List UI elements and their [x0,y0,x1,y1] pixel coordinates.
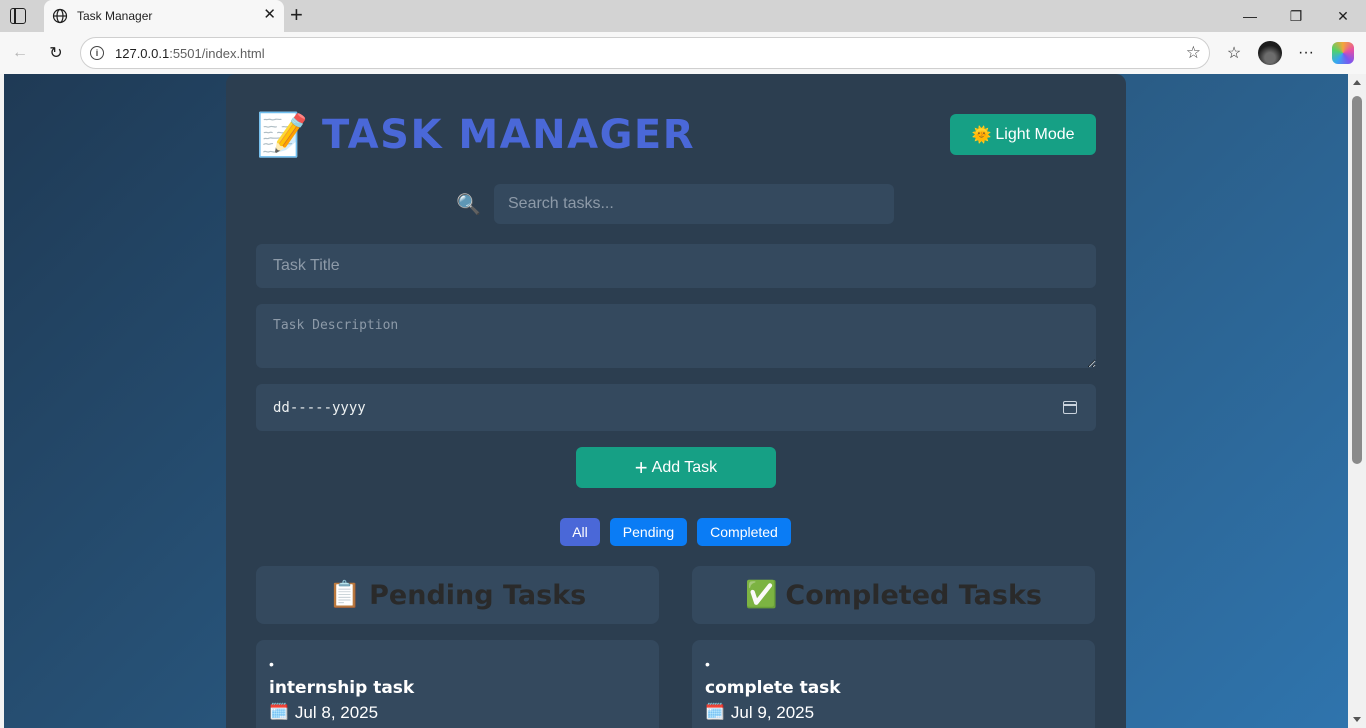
sun-icon: 🌞 [971,126,992,144]
minimize-button[interactable]: — [1240,6,1260,26]
add-task-button[interactable]: + Add Task [576,447,776,488]
restore-button[interactable]: ❐ [1286,6,1306,26]
site-info-icon[interactable]: i [90,46,104,60]
reload-icon[interactable]: ↻ [46,43,66,63]
scrollbar-thumb[interactable] [1352,96,1362,464]
task-bullet: • [705,656,710,672]
task-name: complete task [705,678,841,698]
task-description-input[interactable] [256,304,1096,368]
copilot-icon[interactable] [1332,42,1354,64]
task-manager-panel: 📝 TASK MANAGER 🌞 Light Mode 🔍 dd-----yyy… [226,74,1126,728]
task-name: internship task [269,678,415,698]
memo-icon: 📝 [256,111,309,158]
sidebar-toggle-icon[interactable] [10,8,26,24]
tab-close-icon[interactable]: ✕ [263,7,276,23]
clipboard-icon: 📋 [328,580,362,610]
add-task-label: Add Task [651,458,718,476]
filter-completed-button[interactable]: Completed [697,518,791,546]
bookmark-star-icon[interactable]: ☆ [1186,44,1201,62]
browser-tab[interactable]: Task Manager ✕ [44,0,284,32]
scroll-up-arrow-icon[interactable] [1353,80,1361,85]
browser-toolbar: ← ↻ i 127.0.0.1:5501/index.html ☆ ☆ ··· [0,32,1366,74]
filter-pending-button[interactable]: Pending [610,518,687,546]
pending-task-card[interactable]: • internship task 🗓️ Jul 8, 2025 [256,640,659,728]
back-icon[interactable]: ← [10,43,30,63]
page-viewport: 📝 TASK MANAGER 🌞 Light Mode 🔍 dd-----yyy… [4,74,1348,728]
url-path: :5501/index.html [169,46,265,61]
browser-tab-bar: Task Manager ✕ + — ❐ ✕ [0,0,1366,32]
check-mark-icon: ✅ [745,580,778,610]
light-mode-button[interactable]: 🌞 Light Mode [950,114,1096,155]
page-title: TASK MANAGER [322,112,696,158]
filter-all-button[interactable]: All [560,518,600,546]
globe-icon [52,8,68,24]
url-host: 127.0.0.1 [115,46,170,61]
completed-tasks-heading: ✅ Completed Tasks [692,566,1095,624]
favorites-icon[interactable]: ☆ [1224,43,1244,63]
tab-title: Task Manager [77,9,153,23]
task-date-input[interactable]: dd-----yyyy [256,384,1096,431]
task-bullet: • [269,656,274,672]
calendar-icon[interactable] [1063,401,1077,414]
search-row: 🔍 [456,184,896,224]
more-menu-icon[interactable]: ··· [1296,43,1316,63]
search-icon: 🔍 [456,194,481,216]
plus-icon: + [634,454,648,480]
scroll-down-arrow-icon[interactable] [1353,717,1361,722]
page-scrollbar[interactable] [1348,74,1366,728]
task-date: 🗓️ Jul 9, 2025 [705,700,1082,726]
task-date: 🗓️ Jul 8, 2025 [269,700,646,726]
task-date-text: Jul 8, 2025 [294,703,379,722]
address-bar[interactable]: i 127.0.0.1:5501/index.html ☆ [80,37,1210,69]
new-tab-button[interactable]: + [290,4,303,26]
light-mode-label: Light Mode [995,125,1075,143]
profile-avatar[interactable] [1258,41,1282,65]
window-close-button[interactable]: ✕ [1333,6,1353,26]
url-text: 127.0.0.1:5501/index.html [115,46,265,61]
task-title-input[interactable] [256,244,1096,288]
search-input[interactable] [494,184,894,224]
completed-heading-text: Completed Tasks [785,579,1042,611]
pending-heading-text: Pending Tasks [369,579,587,611]
calendar-icon: 🗓️ [705,704,725,721]
date-value: dd-----yyyy [273,399,366,416]
completed-task-card[interactable]: • complete task 🗓️ Jul 9, 2025 [692,640,1095,728]
pending-tasks-heading: 📋 Pending Tasks [256,566,659,624]
task-date-text: Jul 9, 2025 [730,703,815,722]
app-header: 📝 TASK MANAGER 🌞 Light Mode [256,110,1096,160]
calendar-icon: 🗓️ [269,704,289,721]
